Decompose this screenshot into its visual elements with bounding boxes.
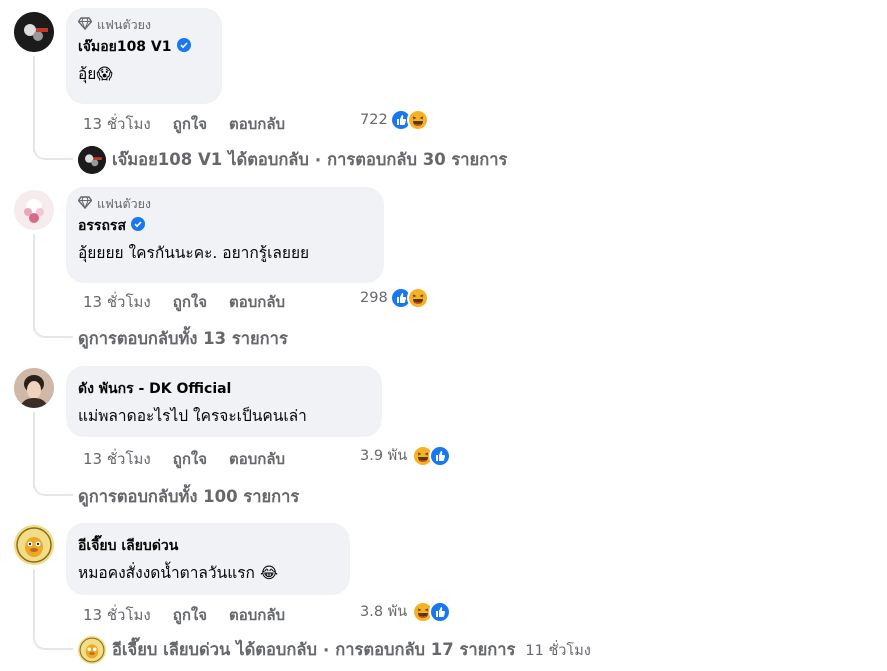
comment-author[interactable]: เจ๊มอย108 V1 bbox=[78, 36, 210, 58]
comment-text: หมอคงสั่งงดน้ำตาลวันแรก 😂 bbox=[78, 564, 278, 582]
comment-text: อุ้ย😱 bbox=[78, 65, 113, 83]
comment-time[interactable]: 13 ชั่วโมง bbox=[83, 112, 151, 136]
verified-icon bbox=[176, 38, 191, 56]
reaction-count: 722 bbox=[360, 112, 388, 128]
avatar bbox=[78, 146, 106, 174]
like-icon bbox=[429, 600, 452, 623]
top-fan-badge: แฟนตัวยง bbox=[77, 195, 372, 213]
top-fan-badge: แฟนตัวยง bbox=[77, 16, 210, 34]
diamond-icon bbox=[77, 196, 93, 212]
view-replies-link[interactable]: ดูการตอบกลับทั้ง 13 รายการ bbox=[78, 326, 288, 352]
comment-time[interactable]: 13 ชั่วโมง bbox=[83, 290, 151, 314]
reply-button[interactable]: ตอบกลับ bbox=[229, 447, 285, 471]
comment-bubble: แฟนตัวยง เจ๊มอย108 V1 อุ้ย😱 bbox=[66, 8, 222, 104]
reply-button[interactable]: ตอบกลับ bbox=[229, 603, 285, 627]
avatar[interactable] bbox=[14, 190, 54, 230]
reply-button[interactable]: ตอบกลับ bbox=[229, 290, 285, 314]
reply-button[interactable]: ตอบกลับ bbox=[229, 112, 285, 136]
comment-actions: 13 ชั่วโมง ถูกใจ ตอบกลับ bbox=[83, 290, 285, 314]
comment-author[interactable]: อรรถรส bbox=[78, 215, 372, 237]
avatar[interactable] bbox=[14, 368, 54, 408]
reply-thread-link[interactable]: เจ๊มอย108 V1 ได้ตอบกลับ · การตอบกลับ 30 … bbox=[78, 146, 507, 174]
comment-actions: 13 ชั่วโมง ถูกใจ ตอบกลับ bbox=[83, 603, 285, 627]
avatar[interactable] bbox=[14, 12, 54, 52]
haha-icon bbox=[406, 287, 429, 309]
comment-author[interactable]: ดัง พันกร - DK Official bbox=[78, 378, 370, 400]
reply-thread-link[interactable]: อีเจี๊ยบ เลียบด่วน ได้ตอบกลับ · การตอบกล… bbox=[78, 636, 591, 664]
comment-text: แม่พลาดอะไรไป ใครจะเป็นคนเล่า bbox=[78, 407, 307, 425]
comment-bubble: แฟนตัวยง อรรถรส อุ้ยยยย ใครกันนะคะ. อยาก… bbox=[66, 187, 384, 283]
haha-icon bbox=[406, 109, 429, 131]
reaction-summary[interactable]: 722 bbox=[360, 109, 429, 131]
diamond-icon bbox=[77, 17, 93, 33]
like-button[interactable]: ถูกใจ bbox=[173, 603, 207, 627]
like-button[interactable]: ถูกใจ bbox=[173, 447, 207, 471]
reaction-summary[interactable]: 3.8 พัน bbox=[360, 600, 452, 623]
avatar[interactable] bbox=[14, 525, 54, 565]
comment-text: อุ้ยยยย ใครกันนะคะ. อยากรู้เลยยย bbox=[78, 244, 310, 262]
comment-actions: 13 ชั่วโมง ถูกใจ ตอบกลับ bbox=[83, 112, 285, 136]
view-replies-link[interactable]: ดูการตอบกลับทั้ง 100 รายการ bbox=[78, 484, 299, 510]
reaction-summary[interactable]: 3.9 พัน bbox=[360, 444, 452, 467]
comment-author[interactable]: อีเจี๊ยบ เลียบด่วน bbox=[78, 535, 338, 557]
avatar bbox=[78, 636, 106, 664]
like-button[interactable]: ถูกใจ bbox=[173, 112, 207, 136]
reaction-summary[interactable]: 298 bbox=[360, 287, 429, 309]
comment-actions: 13 ชั่วโมง ถูกใจ ตอบกลับ bbox=[83, 447, 285, 471]
comment-time[interactable]: 13 ชั่วโมง bbox=[83, 447, 151, 471]
like-button[interactable]: ถูกใจ bbox=[173, 290, 207, 314]
comment-bubble: อีเจี๊ยบ เลียบด่วน หมอคงสั่งงดน้ำตาลวันแ… bbox=[66, 523, 350, 595]
reaction-count: 3.9 พัน bbox=[360, 448, 408, 464]
comment-time[interactable]: 13 ชั่วโมง bbox=[83, 603, 151, 627]
verified-icon bbox=[131, 217, 145, 235]
reaction-count: 298 bbox=[360, 290, 388, 306]
like-icon bbox=[429, 444, 452, 467]
comment-bubble: ดัง พันกร - DK Official แม่พลาดอะไรไป ใค… bbox=[66, 366, 382, 437]
reaction-count: 3.8 พัน bbox=[360, 604, 408, 620]
